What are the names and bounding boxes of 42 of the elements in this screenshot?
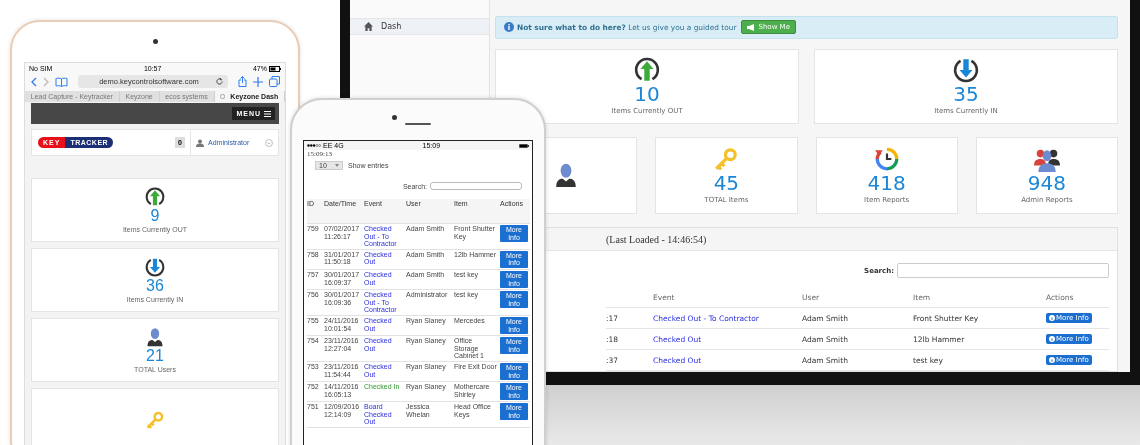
stat-value: 45 bbox=[713, 172, 740, 195]
user-icon bbox=[196, 138, 204, 147]
stat-value: 21 bbox=[146, 347, 164, 364]
panel-title: (Last Loaded - 14:46:54) bbox=[606, 233, 707, 245]
upload-arrow-icon bbox=[634, 57, 660, 84]
stat-value: 9 bbox=[150, 207, 160, 224]
stat-value: 10 bbox=[634, 83, 660, 106]
key-icon bbox=[713, 146, 740, 173]
battery-icon bbox=[519, 143, 529, 148]
megaphone-icon bbox=[747, 23, 756, 31]
info-icon bbox=[1049, 357, 1055, 363]
info-icon bbox=[1049, 315, 1055, 321]
search-field[interactable] bbox=[430, 182, 522, 190]
stat-value: 418 bbox=[867, 172, 906, 195]
book-icon[interactable] bbox=[55, 76, 68, 87]
clock-history-icon bbox=[873, 146, 900, 173]
download-arrow-icon bbox=[145, 257, 165, 277]
info-icon bbox=[1049, 336, 1055, 342]
back-icon[interactable] bbox=[31, 76, 37, 87]
reload-icon[interactable] bbox=[216, 78, 223, 85]
person-icon bbox=[145, 327, 165, 347]
battery-icon bbox=[269, 65, 281, 72]
menu-icon bbox=[264, 110, 271, 117]
chevron-icon bbox=[265, 138, 273, 147]
close-icon[interactable] bbox=[220, 94, 226, 99]
download-arrow-icon bbox=[953, 57, 979, 84]
share-icon[interactable] bbox=[238, 76, 247, 87]
home-icon bbox=[364, 22, 373, 31]
signal-icon bbox=[307, 144, 321, 147]
plus-icon[interactable] bbox=[253, 76, 263, 87]
info-icon bbox=[504, 22, 514, 33]
camera-lens bbox=[392, 115, 397, 120]
sidebar-item[interactable]: Dash bbox=[350, 18, 489, 35]
tabs-icon[interactable] bbox=[269, 76, 280, 87]
stat-value: 35 bbox=[953, 83, 979, 106]
key-icon bbox=[145, 410, 165, 430]
stat-value: 948 bbox=[1027, 172, 1066, 195]
camera-lens bbox=[153, 39, 158, 44]
stat-value: 36 bbox=[146, 277, 164, 294]
caret-icon bbox=[335, 164, 339, 167]
upload-arrow-icon bbox=[145, 187, 165, 207]
search-field[interactable] bbox=[897, 263, 1109, 278]
